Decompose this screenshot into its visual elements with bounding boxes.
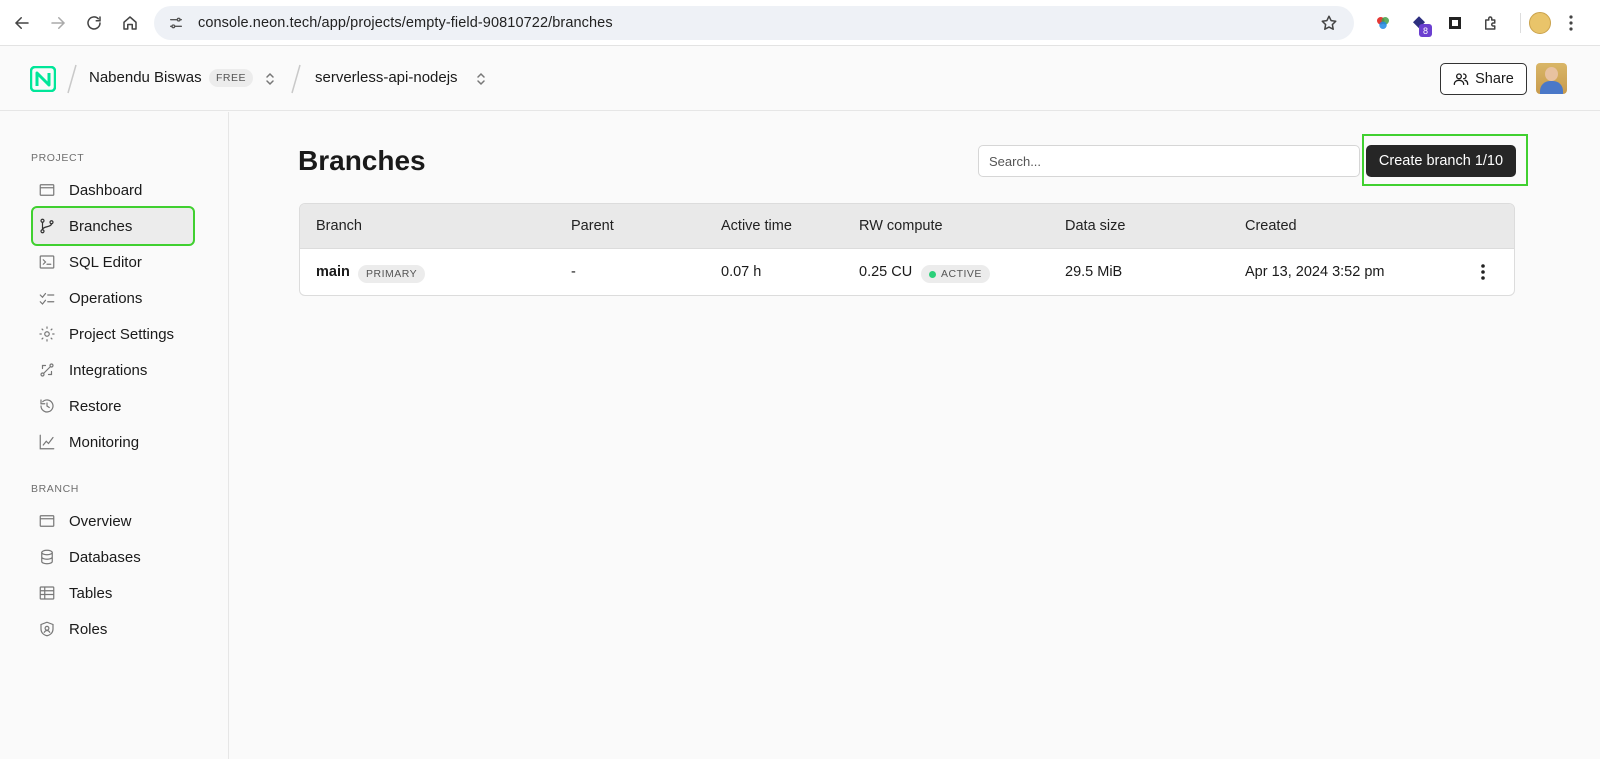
branch-icon — [40, 218, 54, 234]
sidebar-item-restore[interactable]: Restore — [33, 388, 193, 424]
sidebar-item-label: SQL Editor — [69, 253, 142, 271]
page-title: Branches — [298, 145, 426, 176]
sidebar-item-label: Branches — [69, 217, 133, 235]
org-switcher-icon[interactable] — [264, 71, 276, 87]
neon-logo-icon[interactable] — [30, 66, 56, 92]
sidebar-item-label: Operations — [69, 289, 143, 307]
extension-badge-count: 8 — [1419, 24, 1432, 37]
site-settings-icon[interactable] — [168, 15, 184, 31]
breadcrumb-separator — [291, 64, 301, 94]
sidebar-item-operations[interactable]: Operations — [33, 280, 193, 316]
create-branch-button[interactable]: Create branch 1/10 — [1366, 145, 1516, 177]
table-header: Branch Parent Active time RW compute Dat… — [300, 204, 1514, 249]
created-value: Apr 13, 2024 3:52 pm — [1245, 264, 1385, 280]
compute-status-badge: ACTIVE — [921, 265, 990, 283]
color-extension-icon[interactable] — [1368, 8, 1398, 38]
sidebar-item-monitoring[interactable]: Monitoring — [33, 424, 193, 460]
share-button[interactable]: Share — [1440, 63, 1527, 95]
project-name[interactable]: serverless-api-nodejs — [315, 69, 458, 86]
column-header-rw-compute[interactable]: RW compute — [859, 218, 943, 234]
active-status-dot-icon — [929, 270, 936, 278]
home-icon[interactable] — [112, 5, 148, 41]
roles-icon — [40, 621, 54, 637]
org-name[interactable]: Nabendu Biswas — [89, 69, 202, 86]
extension-badge-icon[interactable]: 8 — [1404, 8, 1434, 38]
column-header-data-size[interactable]: Data size — [1065, 218, 1125, 234]
table-icon — [39, 586, 55, 600]
sidebar-item-project-settings[interactable]: Project Settings — [33, 316, 193, 352]
sidebar-item-label: Monitoring — [69, 433, 140, 451]
breadcrumb-separator — [67, 64, 77, 94]
column-header-created[interactable]: Created — [1245, 218, 1297, 234]
users-icon — [1453, 73, 1469, 85]
browser-menu-icon[interactable] — [1559, 11, 1583, 35]
sidebar-item-sql-editor[interactable]: SQL Editor — [33, 244, 193, 280]
gear-icon — [39, 326, 55, 342]
toolbar-divider — [1520, 13, 1521, 33]
puzzle-extensions-icon[interactable] — [1476, 8, 1506, 38]
sidebar-item-label: Dashboard — [69, 181, 143, 199]
plan-badge: FREE — [209, 69, 254, 87]
sidebar-item-branches[interactable]: Branches — [31, 206, 195, 246]
browser-toolbar: console.neon.tech/app/projects/empty-fie… — [0, 0, 1600, 46]
forward-icon[interactable] — [40, 5, 76, 41]
dashboard-icon — [39, 184, 55, 196]
square-extension-icon[interactable] — [1440, 8, 1470, 38]
sidebar-item-label: Overview — [69, 512, 132, 530]
sidebar-item-roles[interactable]: Roles — [33, 611, 193, 647]
monitoring-icon — [39, 434, 55, 450]
back-icon[interactable] — [4, 5, 40, 41]
sidebar: PROJECT Dashboard Branches SQL Editor Op… — [0, 112, 229, 759]
project-section-label: PROJECT — [31, 152, 85, 164]
rw-compute-value: 0.25 CU — [859, 264, 913, 280]
branches-table: Branch Parent Active time RW compute Dat… — [299, 203, 1515, 296]
sql-editor-icon — [39, 255, 55, 269]
browser-profile-avatar[interactable] — [1529, 12, 1551, 34]
active-time-value: 0.07 h — [721, 264, 762, 280]
compute-status-label: ACTIVE — [941, 268, 982, 280]
sidebar-item-dashboard[interactable]: Dashboard — [33, 172, 193, 208]
primary-badge: PRIMARY — [358, 265, 426, 283]
url-text[interactable]: console.neon.tech/app/projects/empty-fie… — [198, 15, 613, 31]
sidebar-item-label: Integrations — [69, 361, 148, 379]
sidebar-item-databases[interactable]: Databases — [33, 539, 193, 575]
branch-section-label: BRANCH — [31, 483, 79, 495]
branch-name-link[interactable]: main — [316, 264, 350, 280]
column-header-branch[interactable]: Branch — [316, 218, 362, 234]
data-size-value: 29.5 MiB — [1065, 264, 1123, 280]
sidebar-item-label: Tables — [69, 584, 113, 602]
sidebar-item-tables[interactable]: Tables — [33, 575, 193, 611]
restore-icon — [40, 399, 54, 413]
user-avatar[interactable] — [1536, 63, 1567, 94]
reload-icon[interactable] — [76, 5, 112, 41]
sidebar-item-label: Restore — [69, 397, 122, 415]
operations-icon — [39, 292, 55, 305]
share-label: Share — [1475, 71, 1514, 87]
address-bar[interactable]: console.neon.tech/app/projects/empty-fie… — [154, 6, 1354, 40]
sidebar-item-label: Databases — [69, 548, 141, 566]
sidebar-item-label: Project Settings — [69, 325, 175, 343]
sidebar-item-integrations[interactable]: Integrations — [33, 352, 193, 388]
sidebar-item-overview[interactable]: Overview — [33, 503, 193, 539]
column-header-parent[interactable]: Parent — [571, 218, 614, 234]
search-input[interactable] — [978, 145, 1360, 177]
overview-icon — [39, 515, 55, 527]
integrations-icon — [40, 363, 54, 377]
column-header-active-time[interactable]: Active time — [721, 218, 792, 234]
bookmark-star-icon[interactable] — [1320, 14, 1338, 32]
sidebar-item-label: Roles — [69, 620, 108, 638]
database-icon — [41, 549, 53, 565]
app-header: Nabendu Biswas FREE serverless-api-nodej… — [0, 47, 1600, 111]
row-actions-kebab-icon[interactable] — [1474, 262, 1492, 282]
parent-value: - — [571, 264, 576, 280]
project-switcher-icon[interactable] — [475, 71, 487, 87]
